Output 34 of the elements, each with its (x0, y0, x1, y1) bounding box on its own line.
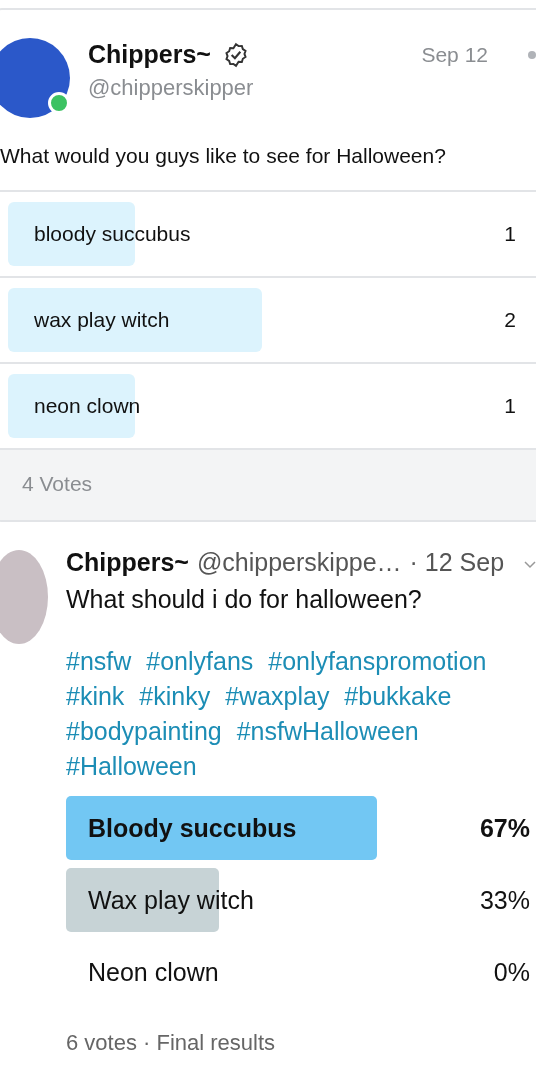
hashtag-link[interactable]: #Halloween (66, 752, 197, 780)
vote-percent: 0% (493, 957, 530, 987)
vote-count: 1 (504, 222, 516, 246)
tweet-text: What should i do for halloween? (66, 585, 423, 614)
post-text: What would you guys like to see for Halloween? (0, 143, 447, 169)
vote-percent: 33% (479, 885, 530, 915)
option-label: bloody succubus (33, 222, 192, 246)
vote-percent: 67% (479, 813, 530, 843)
hashtag-link[interactable]: #kinky (139, 682, 211, 710)
hashtag-link[interactable]: #nsfwHalloween (236, 717, 419, 745)
hashtag-link[interactable]: #bodypainting (66, 717, 222, 745)
user-name[interactable]: Chippers~ (66, 548, 189, 577)
hashtag-link[interactable]: #bukkake (344, 682, 452, 710)
more-icon[interactable] (528, 50, 536, 59)
chevron-icon[interactable] (524, 559, 536, 571)
hashtag-link[interactable]: #onlyfanspromotion (268, 647, 487, 675)
tweet-date: · 12 Sep (409, 548, 505, 577)
option-label: Wax play witch (87, 885, 255, 915)
user-name[interactable]: Chippers~ (88, 40, 211, 69)
vote-count: 1 (504, 394, 516, 418)
post-date: Sep 12 (421, 42, 488, 67)
hashtag-link[interactable]: #nsfw (66, 647, 132, 675)
user-handle[interactable]: @chipperskippe… (196, 548, 402, 577)
option-label: Bloody succubus (87, 813, 298, 843)
vote-count: 2 (504, 308, 516, 332)
hashtag-link[interactable]: #kink (66, 682, 125, 710)
hashtag-link[interactable]: #onlyfans (146, 647, 254, 675)
option-label: wax play witch (33, 308, 171, 332)
option-label: neon clown (33, 394, 142, 418)
poll-summary: 6 votes · Final results (66, 1030, 277, 1056)
user-handle[interactable]: @chipperskipper (88, 75, 536, 101)
option-label: Neon clown (87, 957, 220, 987)
hashtag-link[interactable]: #waxplay (225, 682, 330, 710)
votes-total: 4 Votes (0, 448, 536, 520)
